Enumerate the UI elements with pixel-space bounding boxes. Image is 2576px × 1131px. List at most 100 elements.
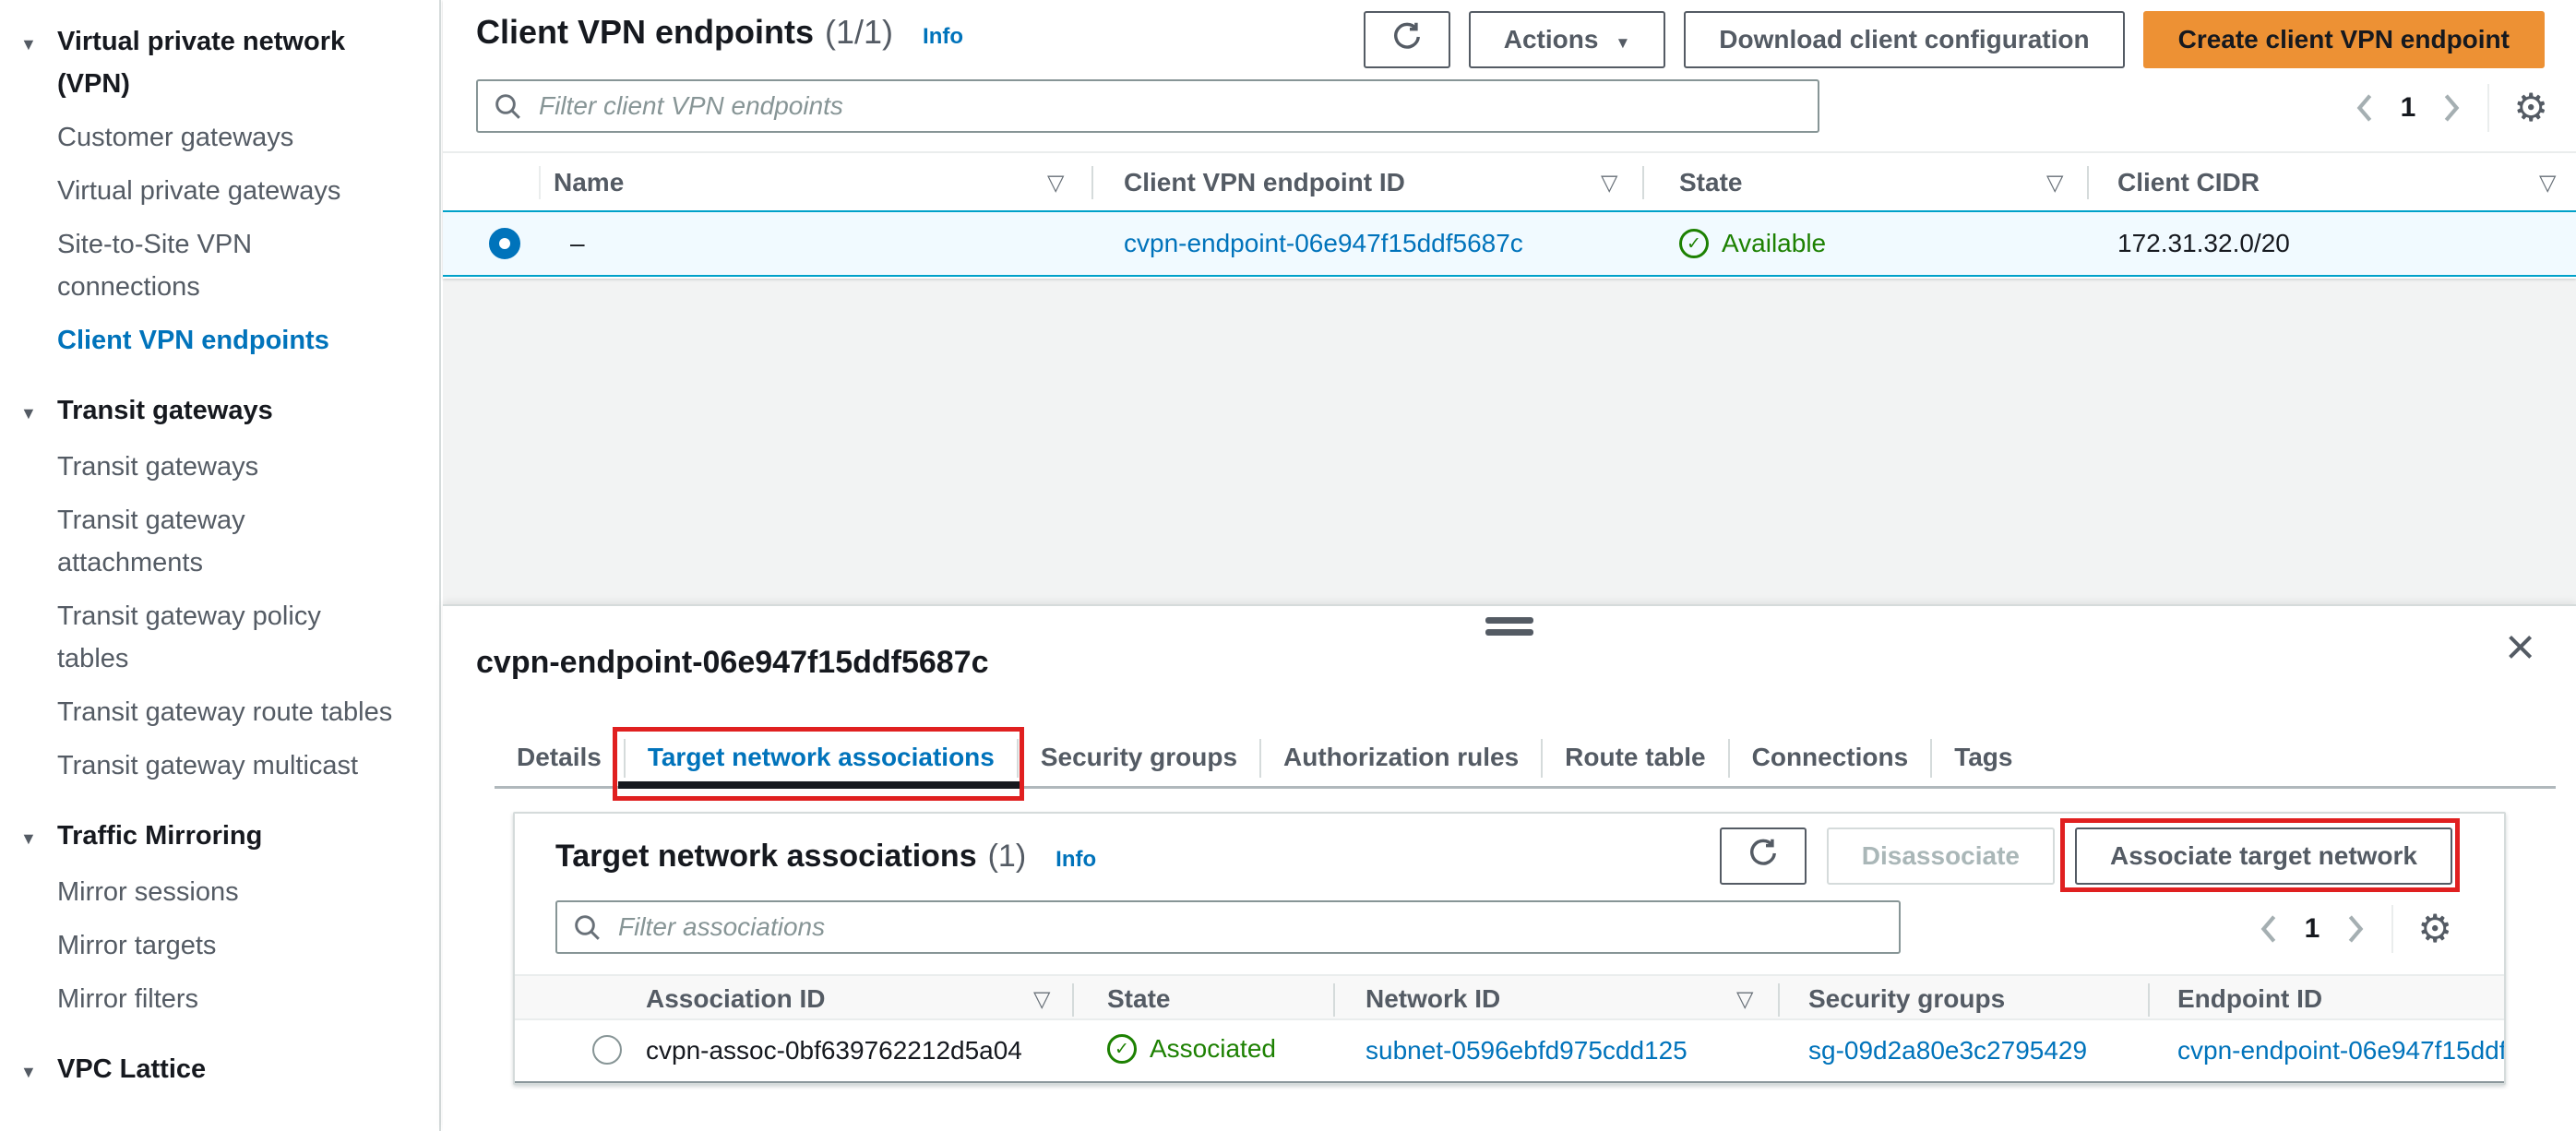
status-badge: Available: [1679, 229, 1826, 258]
page-title: Client VPN endpoints: [476, 13, 815, 51]
refresh-button[interactable]: [1719, 827, 1807, 885]
sidebar-item-customer-gateways[interactable]: Customer gateways: [57, 116, 393, 159]
drag-handle-bar: [1485, 617, 1533, 624]
client-vpn-endpoints-list: Client VPN endpoints (1/1) Info Actions …: [443, 0, 2576, 279]
sidebar-item-transit-gateways[interactable]: Transit gateways: [57, 446, 393, 488]
current-page[interactable]: 1: [2305, 913, 2320, 945]
cell-network-id-link[interactable]: subnet-0596ebfd975cdd125: [1366, 1036, 1688, 1066]
column-header-network-id[interactable]: Network ID: [1366, 984, 1500, 1014]
table-row[interactable]: cvpn-assoc-0bf639762212d5a04 Associated …: [515, 1020, 2504, 1083]
sidebar-item-site-to-site-vpn-connections[interactable]: Site-to-Site VPN connections: [57, 223, 393, 308]
column-header-name[interactable]: Name: [554, 168, 624, 197]
cell-client-cidr: 172.31.32.0/20: [2117, 229, 2290, 257]
collapse-triangle-icon: [20, 1048, 37, 1093]
table-row[interactable]: – cvpn-endpoint-06e947f15ddf5687c Availa…: [443, 210, 2576, 277]
sidebar-items: Customer gateways Virtual private gatewa…: [57, 116, 411, 362]
actions-button-label: Actions: [1503, 25, 1599, 54]
disassociate-button[interactable]: Disassociate: [1826, 827, 2055, 885]
tab-tags[interactable]: Tags: [1932, 731, 2034, 786]
refresh-button[interactable]: [1363, 11, 1450, 68]
column-header-endpoint-id[interactable]: Client VPN endpoint ID: [1124, 168, 1405, 197]
cell-security-group-link[interactable]: sg-09d2a80e3c2795429: [1808, 1036, 2087, 1066]
drag-handle-bar: [1485, 629, 1533, 636]
column-divider: [2148, 983, 2150, 1017]
card-header: Target network associations (1) Info: [555, 839, 1096, 875]
sidebar-item-client-vpn-endpoints[interactable]: Client VPN endpoints: [57, 319, 393, 362]
column-divider: [1778, 983, 1780, 1017]
sidebar-item-virtual-private-gateways[interactable]: Virtual private gateways: [57, 170, 393, 212]
sidebar-item-transit-gateway-policy-tables[interactable]: Transit gateway policy tables: [57, 595, 393, 680]
sidebar-item-transit-gateway-multicast[interactable]: Transit gateway multicast: [57, 744, 393, 787]
column-divider: [2087, 166, 2089, 199]
tab-details[interactable]: Details: [495, 731, 624, 786]
sidebar-items: Transit gateways Transit gateway attachm…: [57, 446, 411, 787]
detail-panel-title: cvpn-endpoint-06e947f15ddf5687c: [476, 645, 989, 680]
sidebar-header-vpc-lattice[interactable]: VPC Lattice: [20, 1048, 411, 1093]
sidebar-header-vpn[interactable]: Virtual private network (VPN): [20, 20, 411, 105]
cell-endpoint-id-link[interactable]: cvpn-endpoint-06e947f15ddf5687c: [1124, 229, 1523, 258]
settings-gear-icon[interactable]: [2513, 89, 2548, 127]
caret-down-icon: [1615, 25, 1630, 54]
column-header-association-id[interactable]: Association ID: [646, 984, 825, 1014]
tab-label: Target network associations: [647, 743, 995, 771]
vpc-console-screen: Virtual private network (VPN) Customer g…: [0, 0, 2576, 1131]
sidebar: Virtual private network (VPN) Customer g…: [0, 0, 441, 1131]
endpoints-filter-input[interactable]: [476, 79, 1819, 133]
status-available-icon: [1679, 229, 1709, 258]
chevron-left-icon[interactable]: [2257, 913, 2281, 945]
search-icon: [493, 91, 522, 125]
associations-filter-input[interactable]: [555, 900, 1901, 954]
sort-icon[interactable]: [1047, 170, 1064, 196]
chevron-right-icon[interactable]: [2439, 92, 2463, 124]
toolbar: Actions Download client configuration Cr…: [1363, 11, 2545, 68]
sidebar-item-mirror-sessions[interactable]: Mirror sessions: [57, 871, 393, 913]
sidebar-header-traffic-mirroring[interactable]: Traffic Mirroring: [20, 815, 411, 860]
column-header-endpoint-id[interactable]: Endpoint ID: [2177, 984, 2322, 1014]
sidebar-header-label: VPC Lattice: [57, 1054, 207, 1084]
sort-icon[interactable]: [2046, 170, 2063, 196]
close-icon[interactable]: [2505, 621, 2535, 673]
tab-authorization-rules[interactable]: Authorization rules: [1261, 731, 1541, 786]
cell-endpoint-id-link[interactable]: cvpn-endpoint-06e947f15ddf5687c: [2177, 1036, 2504, 1066]
status-associated-icon: [1107, 1034, 1137, 1064]
current-page[interactable]: 1: [2401, 92, 2416, 124]
chevron-right-icon[interactable]: [2343, 913, 2367, 945]
associate-target-network-button[interactable]: Associate target network: [2075, 827, 2452, 885]
sort-icon[interactable]: [1601, 170, 1617, 196]
sidebar-header-transit-gateways[interactable]: Transit gateways: [20, 389, 411, 435]
row-radio-selected[interactable]: [489, 228, 520, 259]
panel-drag-handle[interactable]: [1485, 617, 1533, 641]
refresh-icon: [1390, 20, 1424, 60]
column-header-client-cidr[interactable]: Client CIDR: [2117, 168, 2260, 197]
column-divider: [1091, 166, 1093, 199]
collapse-triangle-icon: [20, 815, 37, 860]
tab-route-table[interactable]: Route table: [1543, 731, 1727, 786]
tab-security-groups[interactable]: Security groups: [1019, 731, 1259, 786]
status-badge: Associated: [1107, 1034, 1276, 1064]
sidebar-item-mirror-filters[interactable]: Mirror filters: [57, 978, 393, 1020]
create-client-vpn-endpoint-button[interactable]: Create client VPN endpoint: [2142, 11, 2545, 68]
sidebar-item-transit-gateway-route-tables[interactable]: Transit gateway route tables: [57, 691, 393, 733]
column-header-state[interactable]: State: [1679, 168, 1742, 197]
row-radio-unselected[interactable]: [592, 1035, 622, 1065]
download-client-configuration-button[interactable]: Download client configuration: [1684, 11, 2125, 68]
endpoints-pagination: 1: [2353, 81, 2548, 135]
info-link[interactable]: Info: [923, 24, 963, 50]
tab-connections[interactable]: Connections: [1730, 731, 1931, 786]
sort-icon[interactable]: [2539, 170, 2556, 196]
sort-icon[interactable]: [1736, 986, 1753, 1013]
tab-target-network-associations[interactable]: Target network associations: [612, 727, 1024, 801]
settings-gear-icon[interactable]: [2417, 910, 2452, 948]
column-header-security-groups[interactable]: Security groups: [1808, 984, 2005, 1014]
sidebar-item-transit-gateway-attachments[interactable]: Transit gateway attachments: [57, 499, 393, 584]
actions-button[interactable]: Actions: [1468, 11, 1666, 68]
status-label: Associated: [1150, 1034, 1276, 1063]
collapse-triangle-icon: [20, 389, 37, 435]
sort-icon[interactable]: [1033, 986, 1050, 1013]
associate-button-wrap: Associate target network: [2060, 818, 2460, 892]
info-link[interactable]: Info: [1055, 847, 1096, 873]
column-header-state[interactable]: State: [1107, 984, 1170, 1014]
chevron-left-icon[interactable]: [2353, 92, 2377, 124]
sidebar-item-mirror-targets[interactable]: Mirror targets: [57, 924, 393, 967]
endpoint-detail-panel: cvpn-endpoint-06e947f15ddf5687c Details …: [443, 604, 2576, 1131]
